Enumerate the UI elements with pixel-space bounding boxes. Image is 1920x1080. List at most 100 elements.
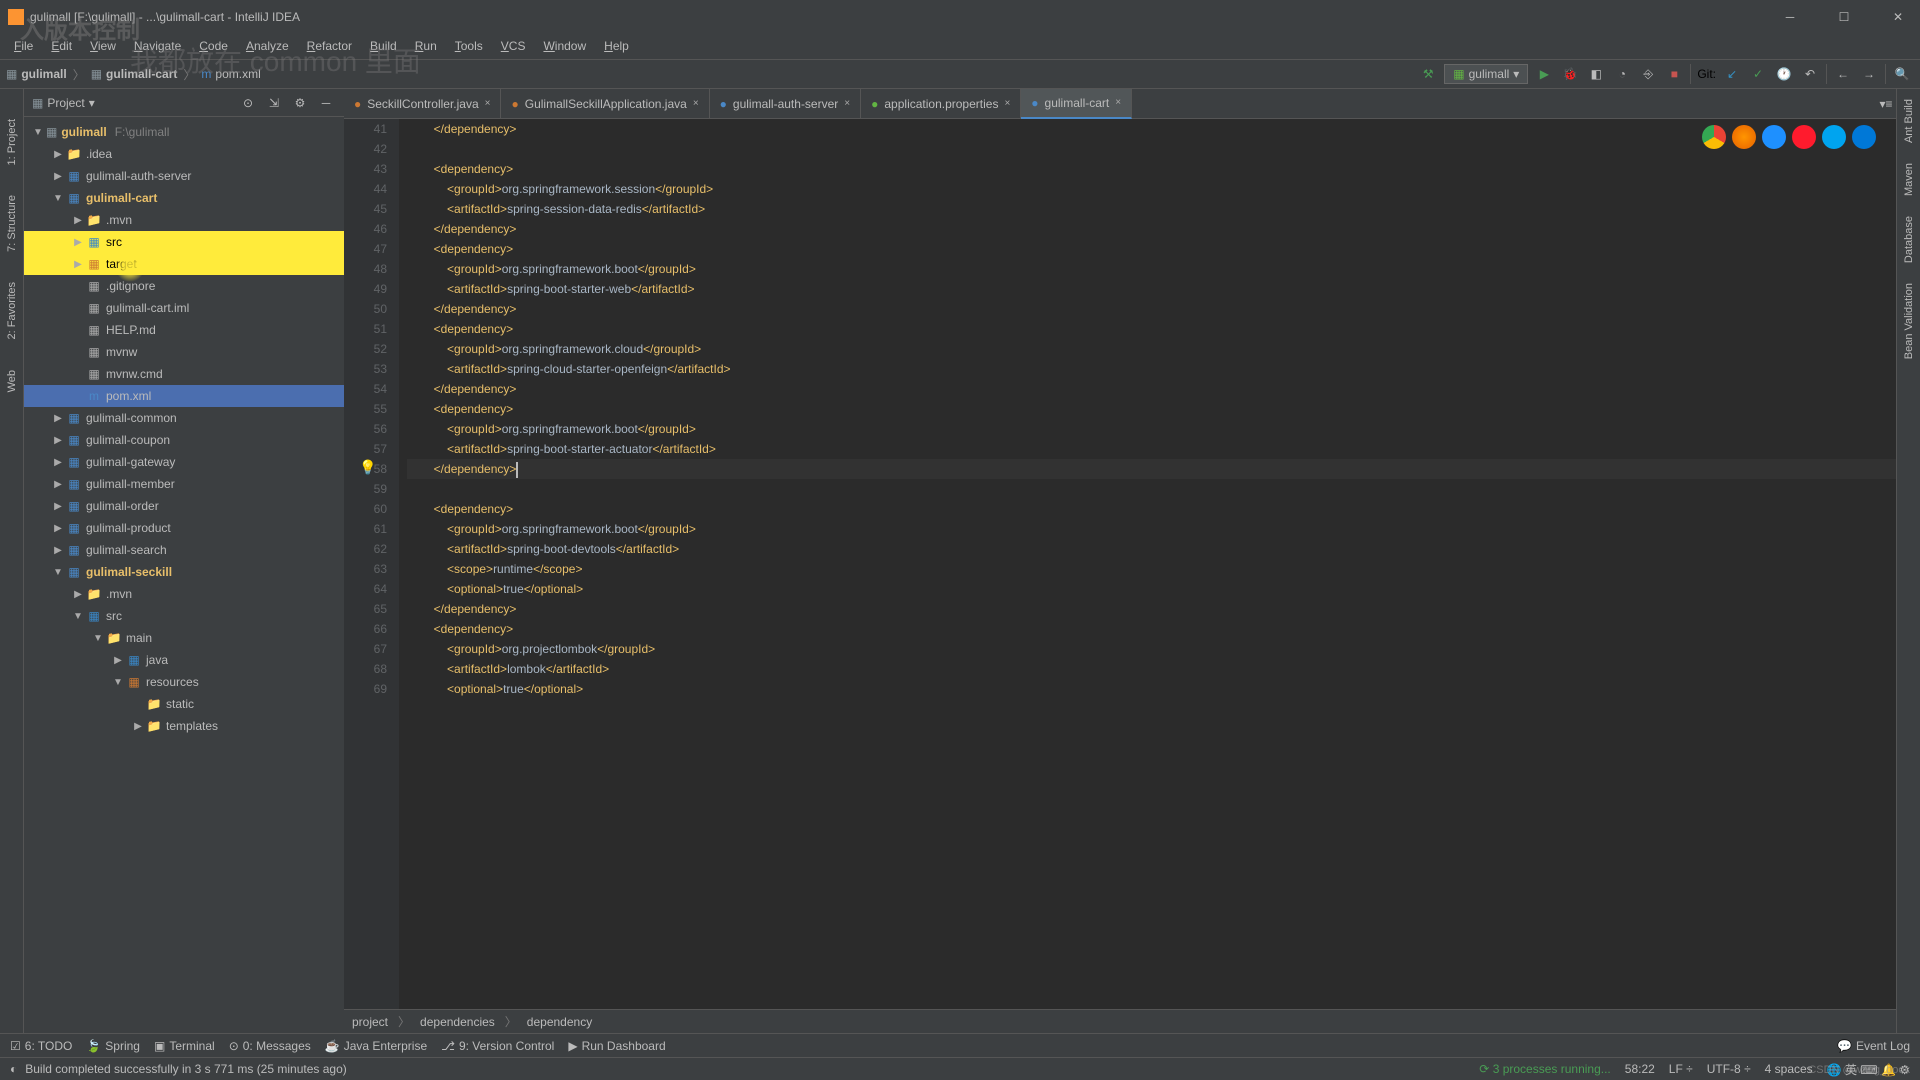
tool-spring[interactable]: 🍃Spring: [86, 1039, 140, 1053]
tool----messages[interactable]: ⊙0: Messages: [229, 1039, 311, 1053]
tab-gulimall-auth-server[interactable]: ●gulimall-auth-server×: [710, 89, 861, 119]
tree-root[interactable]: ▼ ▦ gulimall F:\gulimall: [24, 121, 344, 143]
tree-item-gulimall-seckill[interactable]: ▼▦gulimall-seckill: [24, 561, 344, 583]
tree-item-gulimall-cart-iml[interactable]: ▦gulimall-cart.iml: [24, 297, 344, 319]
commit-icon[interactable]: ✓: [1748, 64, 1768, 84]
struct-crumb-dependency[interactable]: dependency: [527, 1015, 592, 1029]
update-icon[interactable]: ↙: [1722, 64, 1742, 84]
edge-icon[interactable]: [1852, 125, 1876, 149]
tree-item-static[interactable]: 📁static: [24, 693, 344, 715]
line-separator[interactable]: LF ÷: [1669, 1062, 1693, 1076]
tree-item-gulimall-search[interactable]: ▶▦gulimall-search: [24, 539, 344, 561]
processes-status[interactable]: ⟳ 3 processes running...: [1479, 1062, 1610, 1076]
tree-item-gulimall-product[interactable]: ▶▦gulimall-product: [24, 517, 344, 539]
tab-close-icon[interactable]: ×: [485, 98, 491, 109]
tab-list-icon[interactable]: ▾≡: [1876, 94, 1896, 114]
menu-tools[interactable]: Tools: [447, 37, 491, 55]
tool-terminal[interactable]: ▣Terminal: [154, 1039, 215, 1053]
chrome-icon[interactable]: [1702, 125, 1726, 149]
stripe----favorites[interactable]: 2: Favorites: [6, 282, 18, 339]
collapse-icon[interactable]: ⇲: [264, 93, 284, 113]
stop-icon[interactable]: ■: [1664, 64, 1684, 84]
safari-icon[interactable]: [1762, 125, 1786, 149]
tree-item-target[interactable]: ▶▦target: [24, 253, 344, 275]
stripe----structure[interactable]: 7: Structure: [6, 195, 18, 252]
editor-content[interactable]: 4142434445464748495051525354555657585960…: [344, 119, 1896, 1009]
revert-icon[interactable]: ↶: [1800, 64, 1820, 84]
background-task-icon[interactable]: ◐: [10, 1062, 17, 1076]
event-log-button[interactable]: 💬Event Log: [1837, 1039, 1910, 1053]
minimize-button[interactable]: ─: [1772, 3, 1808, 31]
tab-gulimall-cart[interactable]: ●gulimall-cart×: [1021, 89, 1132, 119]
tool----version-control[interactable]: ⎇9: Version Control: [441, 1039, 554, 1053]
ie-icon[interactable]: [1822, 125, 1846, 149]
tab-gulimallseckillapplication-java[interactable]: ●GulimallSeckillApplication.java×: [501, 89, 709, 119]
tab-close-icon[interactable]: ×: [844, 98, 850, 109]
maximize-button[interactable]: ☐: [1826, 3, 1862, 31]
tree-item-gulimall-order[interactable]: ▶▦gulimall-order: [24, 495, 344, 517]
stripe-database[interactable]: Database: [1903, 216, 1915, 263]
build-icon[interactable]: ⚒: [1418, 64, 1438, 84]
opera-icon[interactable]: [1792, 125, 1816, 149]
tab-seckillcontroller-java[interactable]: ●SeckillController.java×: [344, 89, 501, 119]
tree-item-gulimall-coupon[interactable]: ▶▦gulimall-coupon: [24, 429, 344, 451]
tree-item--gitignore[interactable]: ▦.gitignore: [24, 275, 344, 297]
file-encoding[interactable]: UTF-8 ÷: [1707, 1062, 1751, 1076]
tool-run-dashboard[interactable]: ▶Run Dashboard: [568, 1039, 665, 1053]
tab-application-properties[interactable]: ●application.properties×: [861, 89, 1021, 119]
firefox-icon[interactable]: [1732, 125, 1756, 149]
profile-icon[interactable]: ◔: [1612, 64, 1632, 84]
tree-item-src[interactable]: ▶▦src: [24, 231, 344, 253]
tree-item-gulimall-gateway[interactable]: ▶▦gulimall-gateway: [24, 451, 344, 473]
tool-java-enterprise[interactable]: ☕Java Enterprise: [325, 1039, 427, 1053]
tree-item-mvnw[interactable]: ▦mvnw: [24, 341, 344, 363]
stripe-bean-validation[interactable]: Bean Validation: [1903, 283, 1915, 359]
tab-close-icon[interactable]: ×: [1115, 97, 1121, 108]
stripe-ant-build[interactable]: Ant Build: [1903, 99, 1915, 143]
tab-close-icon[interactable]: ×: [693, 98, 699, 109]
stripe----project[interactable]: 1: Project: [6, 119, 18, 165]
tree-item-main[interactable]: ▼📁main: [24, 627, 344, 649]
run-icon[interactable]: ▶: [1534, 64, 1554, 84]
tree-item-gulimall-common[interactable]: ▶▦gulimall-common: [24, 407, 344, 429]
tree-item--idea[interactable]: ▶📁.idea: [24, 143, 344, 165]
tree-item-pom-xml[interactable]: mpom.xml: [24, 385, 344, 407]
menu-vcs[interactable]: VCS: [493, 37, 534, 55]
tree-item-resources[interactable]: ▼▦resources: [24, 671, 344, 693]
menu-help[interactable]: Help: [596, 37, 637, 55]
run-config-selector[interactable]: ▦gulimall ▾: [1444, 64, 1528, 84]
attach-icon[interactable]: ⎆: [1638, 64, 1658, 84]
stripe-web[interactable]: Web: [6, 370, 18, 392]
tree-item-templates[interactable]: ▶📁templates: [24, 715, 344, 737]
breadcrumb-root[interactable]: ▦ gulimall: [6, 67, 67, 81]
history-icon[interactable]: 🕐: [1774, 64, 1794, 84]
tree-item-gulimall-auth-server[interactable]: ▶▦gulimall-auth-server: [24, 165, 344, 187]
tab-close-icon[interactable]: ×: [1004, 98, 1010, 109]
tree-item-help-md[interactable]: ▦HELP.md: [24, 319, 344, 341]
stripe-maven[interactable]: Maven: [1903, 163, 1915, 196]
tree-item-gulimall-cart[interactable]: ▼▦gulimall-cart: [24, 187, 344, 209]
settings-icon[interactable]: ⚙: [290, 93, 310, 113]
tree-item--mvn[interactable]: ▶📁.mvn: [24, 583, 344, 605]
menu-window[interactable]: Window: [535, 37, 594, 55]
project-view-selector[interactable]: ▦ Project ▾: [32, 96, 232, 110]
hide-icon[interactable]: ─: [316, 93, 336, 113]
tree-item-mvnw-cmd[interactable]: ▦mvnw.cmd: [24, 363, 344, 385]
tree-item-java[interactable]: ▶▦java: [24, 649, 344, 671]
back-icon[interactable]: ←: [1833, 64, 1853, 84]
intention-bulb-icon[interactable]: 💡: [359, 459, 376, 476]
struct-crumb-dependencies[interactable]: dependencies: [420, 1015, 495, 1029]
debug-icon[interactable]: 🐞: [1560, 64, 1580, 84]
locate-icon[interactable]: ⊙: [238, 93, 258, 113]
indent-status[interactable]: 4 spaces: [1765, 1062, 1813, 1076]
coverage-icon[interactable]: ◧: [1586, 64, 1606, 84]
search-icon[interactable]: 🔍: [1892, 64, 1912, 84]
status-bar: ◐ Build completed successfully in 3 s 77…: [0, 1057, 1920, 1080]
close-button[interactable]: ✕: [1880, 3, 1916, 31]
tree-item--mvn[interactable]: ▶📁.mvn: [24, 209, 344, 231]
forward-icon[interactable]: →: [1859, 64, 1879, 84]
tree-item-src[interactable]: ▼▦src: [24, 605, 344, 627]
struct-crumb-project[interactable]: project: [352, 1015, 388, 1029]
tree-item-gulimall-member[interactable]: ▶▦gulimall-member: [24, 473, 344, 495]
tool----todo[interactable]: ☑6: TODO: [10, 1039, 72, 1053]
